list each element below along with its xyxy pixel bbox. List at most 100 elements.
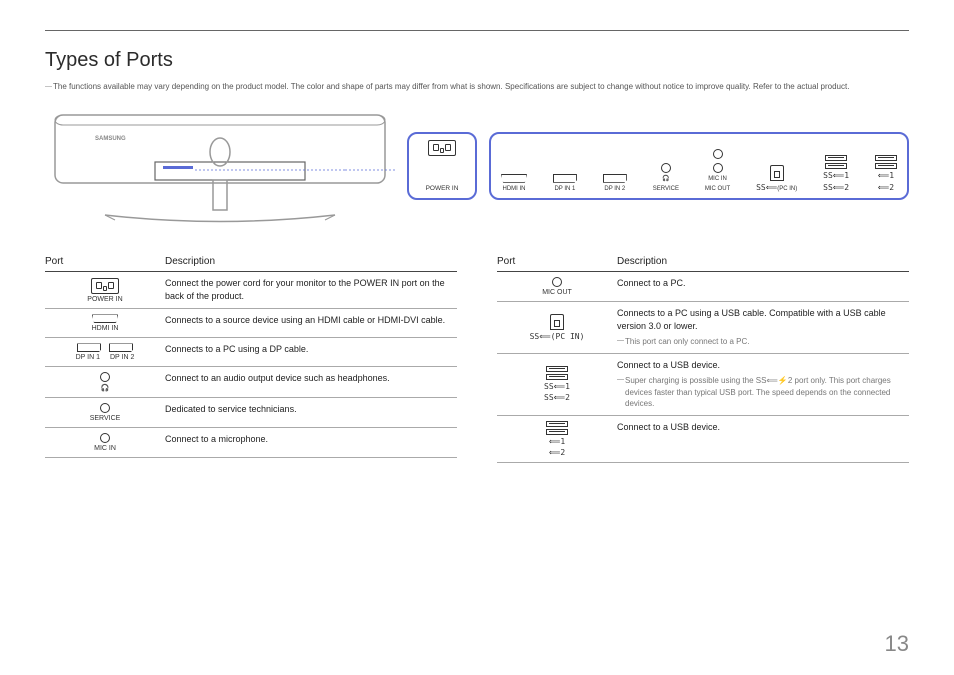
ss1-label: SS⟸1 [823,172,849,181]
dp-icon [109,343,133,352]
pcin-sym: SS⟸ [756,183,777,192]
table-row: ⟸1 ⟸2 Connect to a USB device. [497,416,909,463]
micin-label: MIC IN [708,176,727,183]
table-right: Port Description MIC OUT Connect to a PC… [497,256,909,463]
row-desc: Connect to a USB device. [617,359,909,372]
dp-icon [603,174,627,183]
table-header: Port Description [497,256,909,272]
dp-icon [77,343,101,352]
table-row: DP IN 1 DP IN 2 Connects to a PC using a … [45,338,457,367]
row-label-a: SS⟸1 [544,382,570,391]
th-desc: Description [165,256,215,267]
table-row: SERVICE Dedicated to service technicians… [45,398,457,428]
row-desc: Connect to an audio output device such a… [165,372,457,392]
power-icon [91,278,119,294]
ss2-label: SS⟸2 [823,184,849,193]
row-note: This port can only connect to a PC. [617,336,909,348]
port-mic: MIC IN MIC OUT [705,140,730,192]
usb-a-icon [875,155,897,161]
tables: Port Description POWER IN Connect the po… [45,256,909,463]
dp-icon [553,174,577,183]
port-pcin: SS⟸(PC IN) [756,140,797,192]
dp1-label: DP IN 1 [554,186,575,193]
usb-b-icon [770,165,784,181]
row-label: POWER IN [87,296,122,303]
th-port: Port [497,256,617,267]
ports-inset: HDMI IN DP IN 1 DP IN 2 🎧 SERVICE MIC IN… [489,132,909,200]
usb-a-icon [546,366,568,372]
port-hp-service: 🎧 SERVICE [653,140,679,192]
row-label: SS⟸(PC IN) [530,332,585,341]
row-label-a: DP IN 1 [76,354,100,361]
dp2-label: DP IN 2 [604,186,625,193]
row-label-b: DP IN 2 [110,354,134,361]
power-label: POWER IN [426,185,459,192]
hdmi-icon [501,174,527,183]
row-desc: Connect to a USB device. [617,421,909,457]
u1-label: ⟸1 [878,172,894,181]
power-icon [428,140,456,156]
row-desc: Connect the power cord for your monitor … [165,277,457,303]
u2-label: ⟸2 [878,184,894,193]
service-label: SERVICE [653,186,679,193]
row-desc: Dedicated to service technicians. [165,403,457,422]
hdmi-icon [92,314,118,323]
row-label-b: SS⟸2 [544,393,570,402]
table-row: MIC IN Connect to a microphone. [45,428,457,458]
usb-a-icon [546,374,568,380]
table-row: SS⟸1 SS⟸2 Connect to a USB device. Super… [497,354,909,416]
micout-label: MIC OUT [705,186,730,193]
row-desc: Connect to a PC. [617,277,909,296]
jack-icon [661,163,671,173]
row-label: MIC IN [94,445,116,452]
jack-icon [552,277,562,287]
pcin-label: (PC IN) [777,186,797,192]
port-dp2: DP IN 2 [603,140,627,192]
row-label: MIC OUT [542,289,572,296]
table-row: MIC OUT Connect to a PC. [497,272,909,302]
top-rule [45,30,909,31]
page-number: 13 [885,631,909,657]
usb-a-icon [546,421,568,427]
row-desc: Connect to a microphone. [165,433,457,452]
monitor-svg: SAMSUNG [45,110,395,230]
th-desc: Description [617,256,667,267]
table-row: 🎧 Connect to an audio output device such… [45,367,457,398]
table-row: HDMI IN Connects to a source device usin… [45,309,457,338]
row-label: 🎧 [101,384,110,392]
jack-icon [713,149,723,159]
monitor-diagram: SAMSUNG [45,110,395,230]
disclaimer-text: The functions available may vary dependi… [45,82,909,92]
usb-b-icon [550,314,564,330]
hp-label: 🎧 [662,176,669,183]
row-label-a: ⟸1 [549,437,565,446]
power-inset: POWER IN [407,132,477,200]
row-desc: Connects to a PC using a DP cable. [165,343,457,361]
row-label: HDMI IN [92,325,119,332]
usb-a-icon [875,163,897,169]
hdmi-label: HDMI IN [503,186,526,193]
row-desc: Connects to a PC using a USB cable. Comp… [617,307,909,333]
usb-a-icon [825,163,847,169]
jack-icon [713,163,723,173]
port-hdmi: HDMI IN [501,140,527,192]
jack-icon [100,403,110,413]
port-dp1: DP IN 1 [553,140,577,192]
usb-a-icon [546,429,568,435]
table-left: Port Description POWER IN Connect the po… [45,256,457,463]
jack-icon [100,372,110,382]
table-header: Port Description [45,256,457,272]
row-note: Super charging is possible using the SS⟸… [617,375,909,410]
th-port: Port [45,256,165,267]
table-row: POWER IN Connect the power cord for your… [45,272,457,309]
table-row: SS⟸(PC IN) Connects to a PC using a USB … [497,302,909,354]
row-label: SERVICE [90,415,121,422]
port-ss: SS⟸1 SS⟸2 [823,140,849,192]
usb-a-icon [825,155,847,161]
row-desc: Connects to a source device using an HDM… [165,314,457,332]
port-usb: ⟸1 ⟸2 [875,140,897,192]
row-label-b: ⟸2 [549,448,565,457]
diagram-row: SAMSUNG POWER IN HDMI IN DP IN 1 DP IN [45,110,909,230]
svg-text:SAMSUNG: SAMSUNG [95,136,126,142]
page-title: Types of Ports [45,49,909,72]
